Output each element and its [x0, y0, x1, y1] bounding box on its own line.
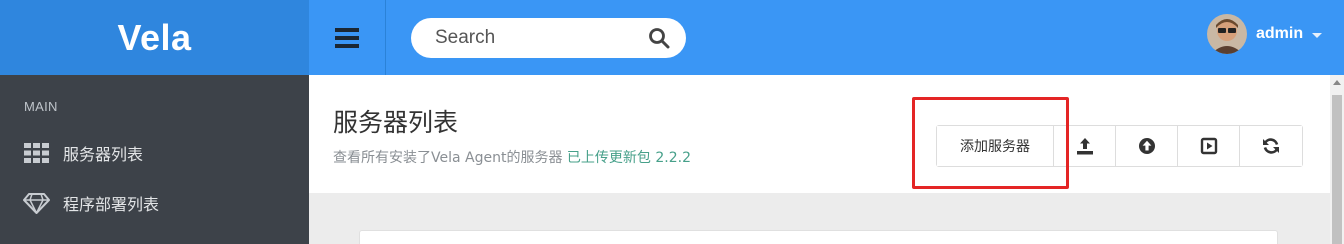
refresh-button[interactable] — [1240, 126, 1302, 166]
play-square-icon — [1200, 137, 1217, 155]
upload-icon — [1076, 138, 1093, 155]
sidebar-item-server-list[interactable]: 服务器列表 — [0, 131, 309, 175]
main-content: 服务器列表 查看所有安装了Vela Agent的服务器 已上传更新包 2.2.2… — [309, 75, 1330, 244]
user-menu[interactable]: admin — [1207, 14, 1323, 54]
sidebar-item-label: 服务器列表 — [63, 145, 144, 164]
username: admin — [1256, 25, 1304, 42]
sidebar-item-deployment-list[interactable]: 程序部署列表 — [0, 181, 309, 225]
avatar — [1207, 14, 1247, 54]
sidebar-toggle-button[interactable] — [309, 0, 386, 75]
update-package-status: 已上传更新包 2.2.2 — [566, 150, 691, 166]
page-header-panel: 服务器列表 查看所有安装了Vela Agent的服务器 已上传更新包 2.2.2… — [309, 75, 1330, 193]
refresh-icon — [1263, 138, 1279, 154]
sidebar-item-label: 程序部署列表 — [63, 195, 160, 214]
brand-logo[interactable]: Vela — [0, 0, 309, 75]
arrow-up-circle-icon — [1138, 138, 1155, 154]
upgrade-button[interactable] — [1116, 126, 1178, 166]
scrollbar[interactable] — [1330, 75, 1344, 244]
chevron-down-icon — [1312, 32, 1323, 38]
scroll-thumb[interactable] — [1332, 95, 1342, 244]
sidebar-section-heading: MAIN — [24, 99, 58, 114]
grid-icon — [24, 143, 49, 163]
top-header: Vela admin — [0, 0, 1344, 75]
run-button[interactable] — [1178, 126, 1240, 166]
page-title: 服务器列表 — [333, 108, 459, 137]
search-input[interactable] — [435, 27, 635, 49]
search-icon[interactable] — [648, 27, 670, 49]
subtitle-text: 查看所有安装了Vela Agent的服务器 — [333, 150, 563, 166]
server-list-card — [359, 230, 1278, 244]
highlight-annotation-box — [912, 97, 1069, 189]
scroll-up-arrow-icon[interactable] — [1333, 80, 1341, 85]
page-subtitle: 查看所有安装了Vela Agent的服务器 已上传更新包 2.2.2 — [333, 147, 691, 167]
diamond-icon — [23, 193, 50, 214]
sidebar: MAIN 服务器列表 程序部署列表 — [0, 75, 309, 244]
hamburger-icon — [335, 27, 359, 48]
search-box — [411, 18, 686, 58]
